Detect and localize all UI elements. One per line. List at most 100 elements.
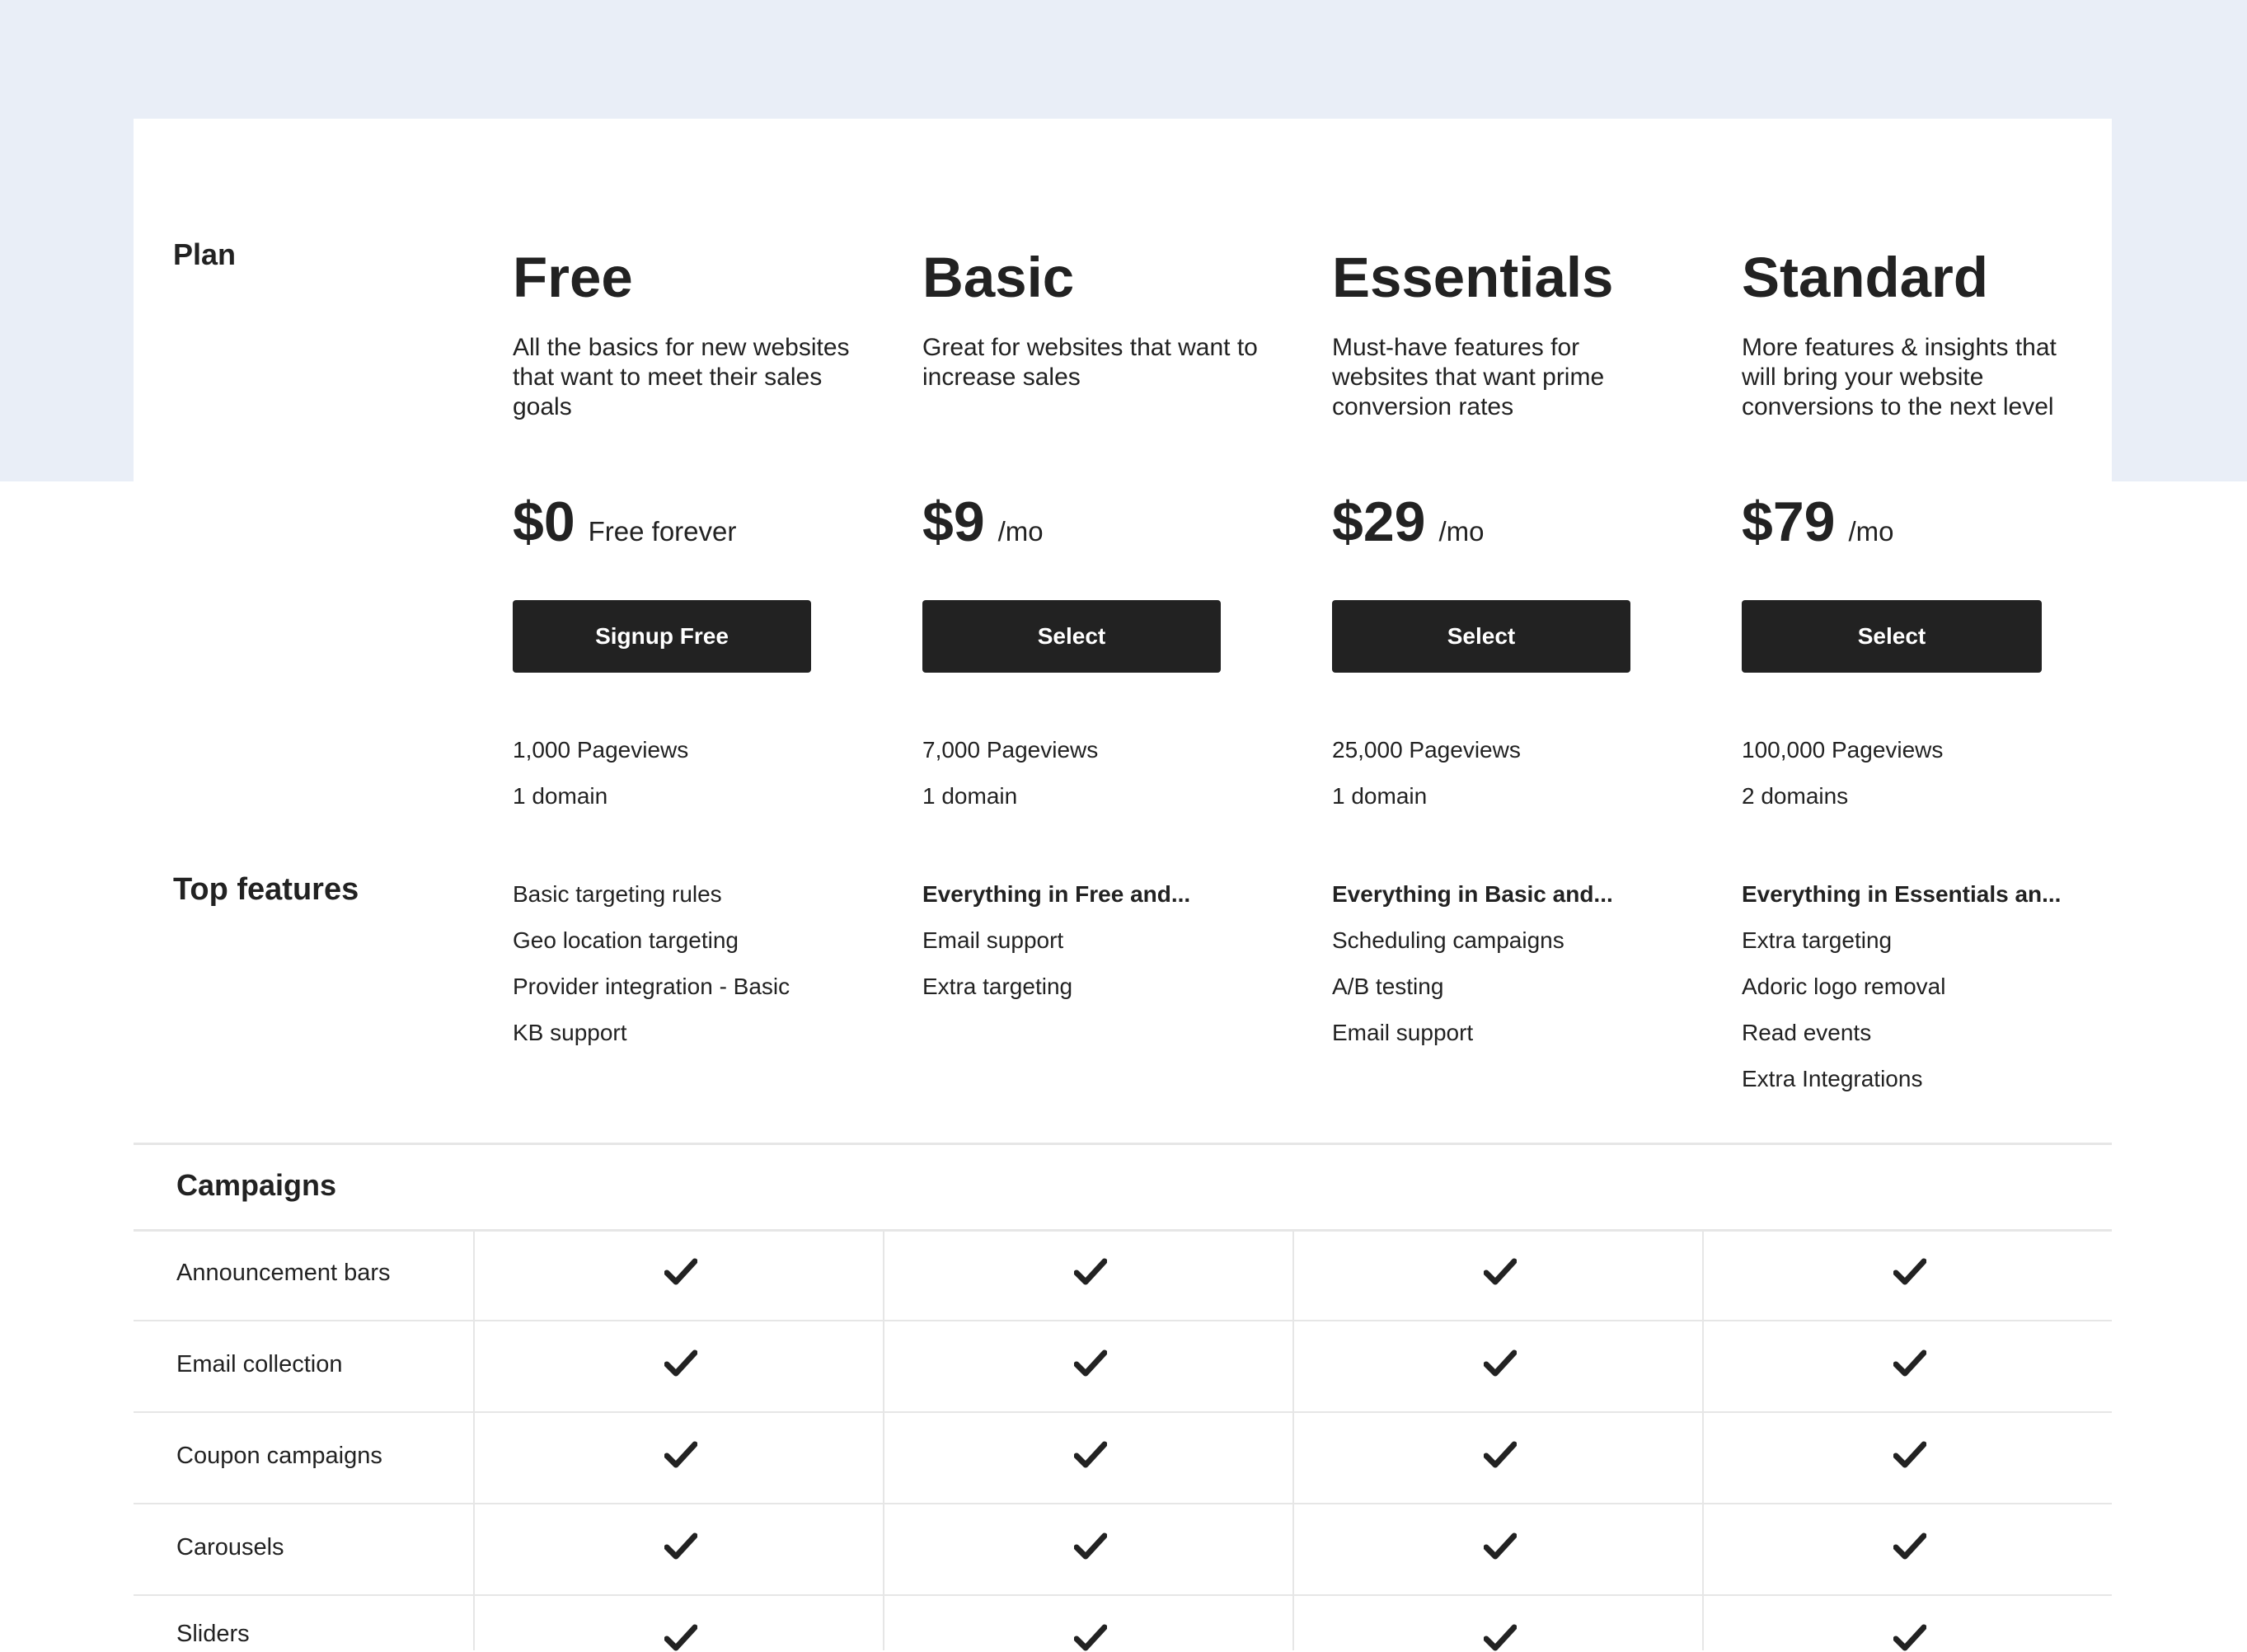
basic-cell [883,1230,1292,1321]
standard-cell [1702,1504,2112,1596]
plan-features: Basic targeting rules Geo location targe… [513,871,790,1056]
essentials-cell [1292,1321,1702,1413]
check-icon [1074,1349,1107,1377]
essentials-cell [1292,1504,1702,1596]
check-icon [664,1624,697,1651]
feature-lead: Everything in Basic and... [1332,881,1613,907]
plan-price-row: $0 Free forever [513,490,736,554]
free-cell [473,1230,883,1321]
standard-cell [1702,1413,2112,1504]
plan-price-unit: Free forever [588,516,737,547]
essentials-cell [1292,1413,1702,1504]
table-row: Announcement bars [134,1230,2112,1321]
plan-price-row: $29 /mo [1332,490,1484,554]
table-row: Email collection [134,1321,2112,1413]
feature-item: A/B testing [1332,974,1444,999]
select-basic-button[interactable]: Select [922,600,1221,673]
campaigns-section-header: Campaigns [134,1143,2112,1232]
plan-price: $29 [1332,490,1426,553]
check-icon [1074,1441,1107,1468]
plan-description: Great for websites that want to increase… [922,334,1258,391]
basic-cell [883,1413,1292,1504]
plan-description: All the basics for new websites that wan… [513,334,850,420]
row-label: Sliders [176,1621,250,1647]
domains-stat: 1 domain [513,783,608,809]
check-icon [664,1441,697,1468]
check-icon [1484,1349,1517,1377]
basic-cell [883,1504,1292,1596]
pageviews-stat: 7,000 Pageviews [922,737,1099,763]
free-cell [473,1596,883,1651]
plan-row-label: Plan [173,237,237,271]
essentials-cell [1292,1230,1702,1321]
feature-lead: Everything in Free and... [922,881,1191,907]
pageviews-stat: 100,000 Pageviews [1742,737,1944,763]
check-icon [1074,1258,1107,1285]
plan-description: More features & insights that will bring… [1742,334,2057,420]
plan-price-unit: /mo [1438,516,1485,547]
plan-features: Everything in Free and... Email support … [922,871,1252,1010]
plan-stats: 25,000 Pageviews 1 domain [1332,727,1521,819]
plan-price-unit: /mo [997,516,1044,547]
essentials-cell [1292,1596,1702,1651]
select-essentials-button[interactable]: Select [1332,600,1630,673]
row-label: Email collection [176,1351,343,1377]
plan-price-row: $9 /mo [922,490,1044,554]
standard-cell [1702,1230,2112,1321]
free-cell [473,1413,883,1504]
domains-stat: 1 domain [922,783,1018,809]
plan-name: Basic [922,246,1075,309]
check-icon [664,1349,697,1377]
check-icon [1074,1532,1107,1560]
section-title: Campaigns [176,1168,337,1202]
basic-cell [883,1596,1292,1651]
feature-item: Email support [1332,1020,1474,1045]
check-icon [1893,1349,1926,1377]
top-features-label: Top features [173,872,359,907]
feature-item: Basic targeting rules [513,881,722,907]
plan-price: $9 [922,490,985,553]
plan-stats: 7,000 Pageviews 1 domain [922,727,1098,819]
check-icon [1893,1441,1926,1468]
plan-price-row: $79 /mo [1742,490,1893,554]
plan-price: $79 [1742,490,1836,553]
standard-cell [1702,1321,2112,1413]
plan-stats: 1,000 Pageviews 1 domain [513,727,688,819]
check-icon [664,1258,697,1285]
domains-stat: 2 domains [1742,783,1849,809]
domains-stat: 1 domain [1332,783,1428,809]
pageviews-stat: 1,000 Pageviews [513,737,689,763]
check-icon [1893,1532,1926,1560]
check-icon [1893,1258,1926,1285]
feature-item: KB support [513,1020,627,1045]
select-standard-button[interactable]: Select [1742,600,2042,673]
check-icon [1484,1532,1517,1560]
table-row: Coupon campaigns [134,1413,2112,1504]
feature-item: Scheduling campaigns [1332,927,1564,953]
plan-description: Must-have features for websites that wan… [1332,334,1605,420]
check-icon [1074,1624,1107,1651]
row-label: Announcement bars [176,1260,391,1286]
feature-item: Adoric logo removal [1742,974,1946,999]
signup-free-button[interactable]: Signup Free [513,600,811,673]
row-label: Carousels [176,1534,284,1560]
plan-price-unit: /mo [1848,516,1894,547]
plan-features: Everything in Basic and... Scheduling ca… [1332,871,1662,1056]
feature-item: Extra targeting [922,974,1073,999]
plan-name: Standard [1742,246,1989,309]
table-row: Carousels [134,1504,2112,1596]
check-icon [664,1532,697,1560]
feature-item: Extra Integrations [1742,1066,1923,1091]
check-icon [1893,1624,1926,1651]
standard-cell [1702,1596,2112,1651]
plan-price: $0 [513,490,575,553]
pricing-table: Plan Top features Free All the basics fo… [134,119,2112,1651]
plan-stats: 100,000 Pageviews 2 domains [1742,727,1943,819]
plan-features: Everything in Essentials an... Extra tar… [1742,871,2071,1102]
check-icon [1484,1624,1517,1651]
check-icon [1484,1441,1517,1468]
plan-name: Free [513,246,633,309]
row-label: Coupon campaigns [176,1443,382,1469]
feature-item: Geo location targeting [513,927,739,953]
plan-name: Essentials [1332,246,1614,309]
